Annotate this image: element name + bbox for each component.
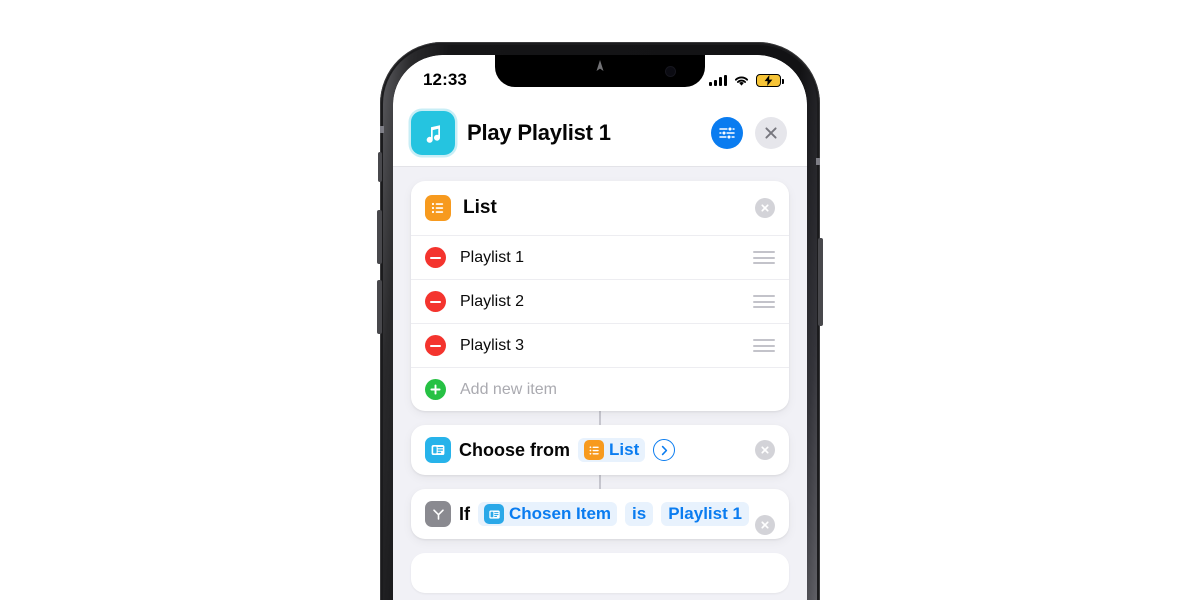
silent-switch-button[interactable] <box>378 152 382 182</box>
location-arrow-icon <box>596 60 604 71</box>
list-card-title: List <box>463 197 497 218</box>
plus-circle-icon[interactable] <box>425 379 446 400</box>
if-value-token[interactable]: Playlist 1 <box>661 502 749 526</box>
screenshot-canvas: 12:33 Play Playlist 1 List Playlist 1 Pl… <box>0 0 1200 600</box>
if-condition-row: If Chosen Item is Playlist 1 <box>425 501 775 527</box>
choose-from-row: Choose from List <box>425 437 775 463</box>
drag-handle-icon[interactable] <box>753 295 775 308</box>
music-note-icon <box>411 110 455 155</box>
chosen-item-token[interactable]: Chosen Item <box>478 502 618 526</box>
choose-from-list-action-card[interactable]: Choose from List <box>411 425 789 475</box>
sliders-icon <box>719 125 735 140</box>
minus-circle-icon[interactable] <box>425 247 446 268</box>
if-label: If <box>459 503 470 524</box>
phone-frame: 12:33 Play Playlist 1 List Playlist 1 Pl… <box>377 42 823 600</box>
minus-circle-icon[interactable] <box>425 335 446 356</box>
minus-circle-icon[interactable] <box>425 291 446 312</box>
drag-handle-icon[interactable] <box>753 251 775 264</box>
phone-screen: 12:33 Play Playlist 1 List Playlist 1 Pl… <box>393 55 807 600</box>
add-new-item-row[interactable]: Add new item <box>411 367 789 411</box>
close-icon <box>761 521 769 529</box>
list-icon <box>425 195 451 221</box>
close-icon <box>761 204 769 212</box>
list-item[interactable]: Playlist 2 <box>411 279 789 323</box>
chosen-item-icon <box>484 504 504 524</box>
if-branch-icon <box>425 501 451 527</box>
list-variable-token[interactable]: List <box>578 438 646 462</box>
antenna-band-right <box>816 158 820 165</box>
antenna-band-left <box>380 126 384 133</box>
cellular-signal-icon <box>709 74 727 86</box>
list-icon <box>584 440 605 460</box>
list-item-label[interactable]: Playlist 3 <box>460 337 739 355</box>
list-action-card[interactable]: List Playlist 1 Playlist 2 Playlist 3 Ad… <box>411 181 789 411</box>
list-item[interactable]: Playlist 1 <box>411 235 789 279</box>
chevron-right-circle-icon[interactable] <box>653 439 676 461</box>
app-header: Play Playlist 1 <box>393 99 807 167</box>
close-icon <box>761 446 769 454</box>
list-card-header: List <box>411 181 789 235</box>
status-bar-indicators <box>709 73 784 87</box>
settings-button[interactable] <box>711 116 743 149</box>
phone-bezel: 12:33 Play Playlist 1 List Playlist 1 Pl… <box>393 55 807 600</box>
remove-if-action-button[interactable] <box>755 515 775 535</box>
remove-choose-action-button[interactable] <box>755 440 775 460</box>
list-item-label[interactable]: Playlist 1 <box>460 249 739 267</box>
close-button[interactable] <box>755 116 787 149</box>
next-action-card-peek[interactable] <box>411 553 789 593</box>
remove-list-action-button[interactable] <box>755 198 775 218</box>
drag-handle-icon[interactable] <box>753 339 775 352</box>
list-item[interactable]: Playlist 3 <box>411 323 789 367</box>
status-bar-time: 12:33 <box>423 70 467 89</box>
front-camera-icon <box>666 67 675 76</box>
wifi-icon <box>734 76 749 86</box>
volume-up-button[interactable] <box>377 210 382 264</box>
close-icon <box>765 126 777 139</box>
chosen-item-token-label: Chosen Item <box>509 504 612 523</box>
action-connector <box>599 411 601 425</box>
choose-from-list-icon <box>425 437 451 463</box>
power-button[interactable] <box>818 238 823 326</box>
if-action-card[interactable]: If Chosen Item is Playlist 1 <box>411 489 789 539</box>
shortcut-actions-list[interactable]: List Playlist 1 Playlist 2 Playlist 3 Ad… <box>393 167 807 600</box>
choose-from-label: Choose from <box>459 439 571 460</box>
list-variable-token-label: List <box>609 440 640 459</box>
if-operator-token[interactable]: is <box>625 502 654 526</box>
action-connector <box>599 475 601 489</box>
battery-charging-icon <box>756 73 784 87</box>
add-new-item-label[interactable]: Add new item <box>460 381 775 399</box>
list-item-label[interactable]: Playlist 2 <box>460 293 739 311</box>
page-title: Play Playlist 1 <box>467 119 611 145</box>
volume-down-button[interactable] <box>377 280 382 334</box>
